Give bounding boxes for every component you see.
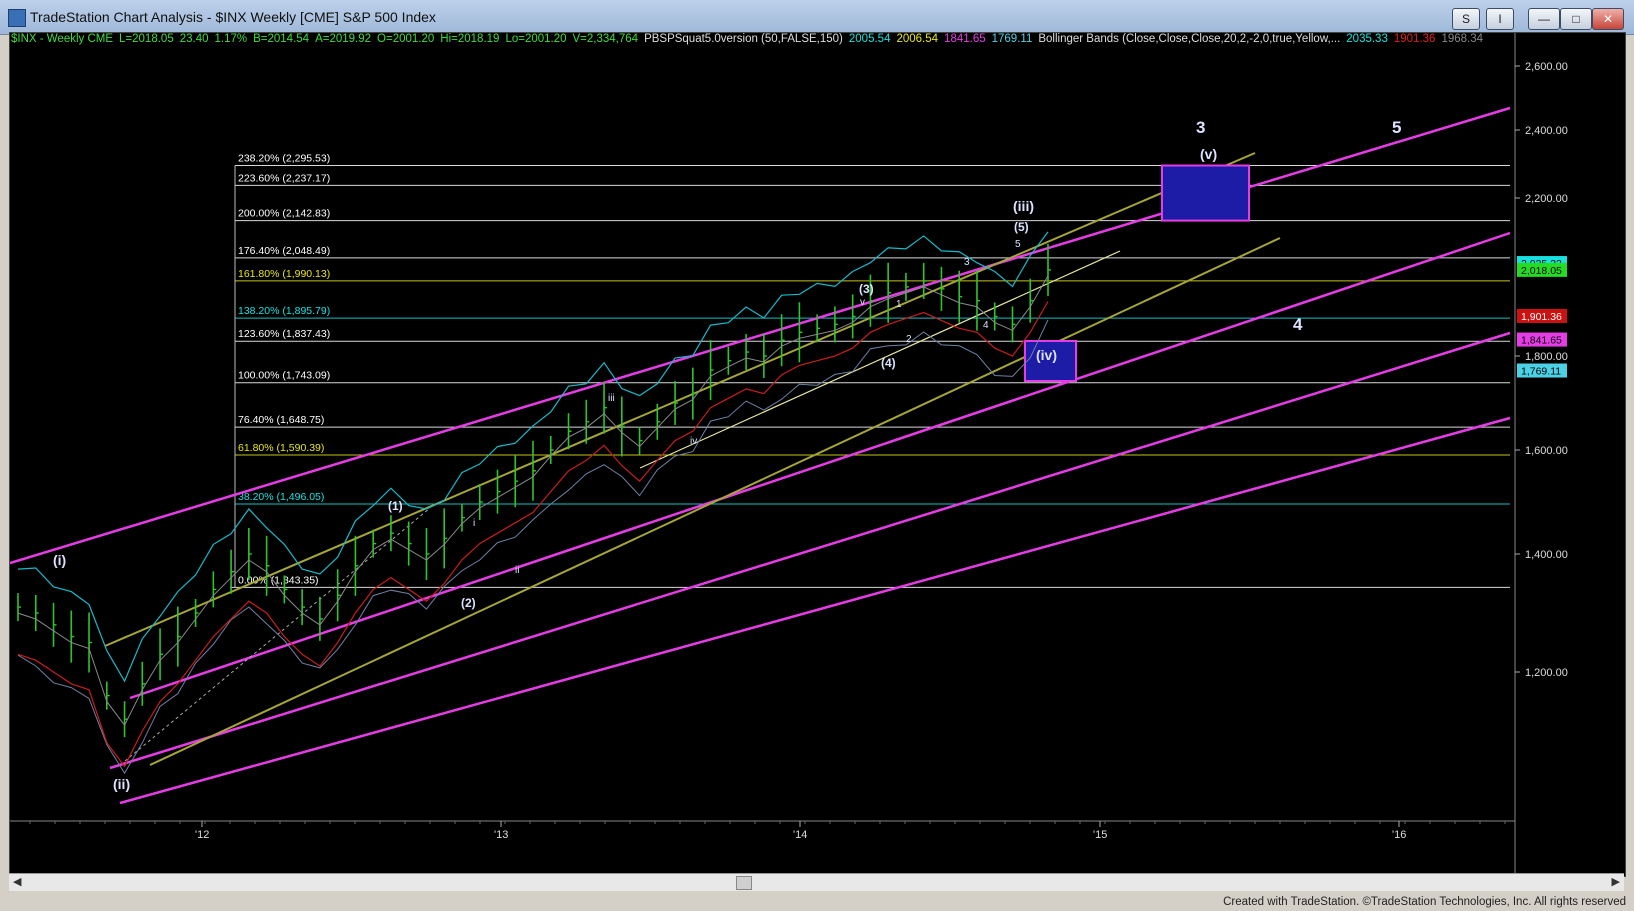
fib-level-label: 238.20% (2,295.53) <box>238 153 330 165</box>
wave-label: ii <box>515 565 519 576</box>
channel-line <box>129 231 1511 700</box>
horizontal-scrollbar[interactable]: ◀ ▶ <box>9 873 1624 891</box>
wave-label: 4 <box>983 320 989 331</box>
wave-label: (i) <box>53 552 66 568</box>
legend-item: L=2018.05 <box>119 33 174 45</box>
x-tick-label: '16 <box>1392 829 1406 841</box>
fib-level-label: 200.00% (2,142.83) <box>238 208 330 220</box>
scroll-thumb[interactable] <box>736 876 752 890</box>
fib-level-label: 176.40% (2,048.49) <box>238 245 330 257</box>
chart-legend: $INX - Weekly CME L=2018.05 23.40 1.17% B=20… <box>11 33 1489 45</box>
y-tick-label: 2,200.00 <box>1525 193 1568 205</box>
wave-label: 4 <box>1293 315 1303 334</box>
fib-level-label: 76.40% (1,648.75) <box>238 414 324 426</box>
close-button[interactable]: ✕ <box>1592 8 1624 30</box>
wave-label: (v) <box>1200 146 1217 162</box>
wave-label: (4) <box>881 356 896 370</box>
target-box-v <box>1161 164 1250 222</box>
minimize-button[interactable]: — <box>1528 8 1560 30</box>
legend-item: 1841.65 <box>944 33 986 45</box>
wave-label: 1 <box>896 299 902 310</box>
window-title: TradeStation Chart Analysis - $INX Weekl… <box>30 9 436 25</box>
fib-level-label: 123.60% (1,837.43) <box>238 328 330 340</box>
legend-item: 2005.54 <box>848 33 891 45</box>
wave-label: 3 <box>1196 118 1205 137</box>
legend-item: 1769.11 <box>991 33 1033 45</box>
moving-average-line <box>17 301 1049 768</box>
price-tag-label: 1,841.65 <box>1521 335 1562 347</box>
x-tick-label: '15 <box>1093 829 1107 841</box>
legend-item: 1.17% <box>214 33 248 45</box>
legend-item: Lo=2001.20 <box>505 33 567 45</box>
x-tick-label: '14 <box>793 829 807 841</box>
y-tick-label: 2,400.00 <box>1525 125 1568 137</box>
y-tick-label: 1,600.00 <box>1525 445 1568 457</box>
price-chart[interactable]: 2,600.00 2,400.00 2,200.00 1,400.00 1,600.00… <box>9 33 1625 876</box>
chart-area[interactable]: 2,600.00 2,400.00 2,200.00 1,400.00 1,600.00… <box>9 32 1626 877</box>
legend-item: 2035.33 <box>1346 33 1388 45</box>
legend-item: 1968.34 <box>1441 33 1484 45</box>
fib-level-label: 38.20% (1,496.05) <box>238 491 324 503</box>
legend-item: 2006.54 <box>896 33 939 45</box>
fib-level-label: 138.20% (1,895.79) <box>238 305 330 317</box>
wave-label: (5) <box>1014 220 1029 234</box>
symbol-s-button[interactable]: S <box>1452 8 1480 30</box>
legend-item: V=2,334,764 <box>572 33 639 45</box>
legend-item: 1901.36 <box>1393 33 1436 45</box>
channel-line <box>109 331 1511 770</box>
wave-label: 5 <box>1392 118 1401 137</box>
fib-level-label: 100.00% (1,743.09) <box>238 370 330 382</box>
legend-item: Hi=2018.19 <box>440 33 500 45</box>
wave-label: (2) <box>461 596 476 610</box>
x-tick-label: '12 <box>195 829 209 841</box>
legend-item: B=2014.54 <box>253 33 310 45</box>
trend-channel-line <box>104 152 1256 647</box>
legend-item: O=2001.20 <box>377 33 435 45</box>
wave-label: (ii) <box>113 776 130 792</box>
legend-item: PBSPSquat5.0version (50,FALSE,150) <box>644 33 843 45</box>
legend-item: Bollinger Bands (Close,Close,Close,20,2,… <box>1038 33 1341 45</box>
wave-label: 3 <box>964 257 970 268</box>
copyright-footer: Created with TradeStation. ©TradeStation… <box>1223 896 1626 908</box>
wave-label: iv <box>690 436 697 447</box>
fib-level-label: 61.80% (1,590.39) <box>238 442 324 454</box>
wave-label: 5 <box>1015 239 1021 250</box>
title-bar: TradeStation Chart Analysis - $INX Weekl… <box>0 0 1634 35</box>
wave-label: iii <box>608 393 615 404</box>
y-tick-label: 1,400.00 <box>1525 549 1568 561</box>
wave-label: 2 <box>906 334 912 345</box>
legend-item: 23.40 <box>179 33 209 45</box>
scroll-right-icon[interactable]: ▶ <box>1612 875 1620 888</box>
x-tick-label: '13 <box>494 829 508 841</box>
price-tag-label: 2,018.05 <box>1521 265 1562 277</box>
price-tag-label: 1,901.36 <box>1521 311 1562 323</box>
y-tick-label: 1,800.00 <box>1525 351 1568 363</box>
wave-label: i <box>473 518 475 529</box>
wave-label: (3) <box>859 282 874 296</box>
scroll-left-icon[interactable]: ◀ <box>13 875 21 888</box>
y-tick-label: 1,200.00 <box>1525 667 1568 679</box>
wave-label: v <box>860 297 865 308</box>
legend-item: A=2019.92 <box>315 33 372 45</box>
legend-item: $INX - Weekly CME <box>11 33 114 45</box>
bollinger-lower <box>17 319 1049 775</box>
fib-level-label: 223.60% (2,237.17) <box>238 172 330 184</box>
fib-level-label: 161.80% (1,990.13) <box>238 268 330 280</box>
symbol-i-button[interactable]: I <box>1486 8 1514 30</box>
wave-label: (iv) <box>1036 347 1057 363</box>
wave-label: (1) <box>388 499 403 513</box>
maximize-button[interactable]: □ <box>1560 8 1592 30</box>
channel-line <box>119 416 1511 805</box>
price-tag-label: 1,769.11 <box>1521 366 1561 378</box>
wave-label: (iii) <box>1013 198 1034 214</box>
app-icon <box>8 9 26 27</box>
y-tick-label: 2,600.00 <box>1525 61 1568 73</box>
